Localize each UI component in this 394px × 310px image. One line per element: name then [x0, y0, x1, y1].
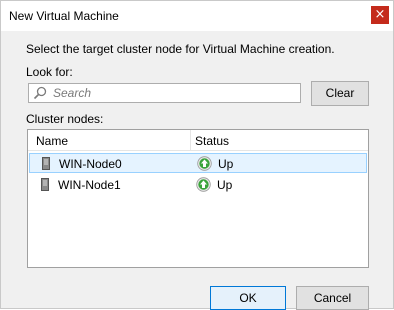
- look-for-label: Look for:: [26, 65, 73, 79]
- server-icon: [42, 157, 50, 170]
- node-status: Up: [218, 157, 234, 171]
- list-header: Name Status: [28, 130, 368, 151]
- instruction-text: Select the target cluster node for Virtu…: [26, 42, 335, 56]
- cluster-nodes-label: Cluster nodes:: [26, 112, 104, 126]
- search-icon: [33, 86, 47, 100]
- column-header-status[interactable]: Status: [195, 134, 229, 148]
- node-status: Up: [217, 178, 233, 192]
- dialog-window: New Virtual Machine × Select the target …: [0, 0, 394, 310]
- node-name: WIN-Node1: [58, 178, 121, 192]
- status-up-icon: [196, 177, 211, 192]
- title-bar: New Virtual Machine ×: [1, 1, 393, 31]
- list-item[interactable]: WIN-Node0 Up: [29, 153, 367, 173]
- window-title: New Virtual Machine: [9, 9, 119, 23]
- list-item[interactable]: WIN-Node1 Up: [29, 175, 367, 195]
- search-placeholder: Search: [53, 86, 92, 100]
- status-up-icon: [197, 156, 212, 171]
- server-icon: [41, 178, 49, 191]
- ok-button[interactable]: OK: [210, 286, 286, 310]
- search-input[interactable]: Search: [28, 83, 301, 103]
- column-header-name[interactable]: Name: [36, 134, 68, 148]
- dialog-content: Select the target cluster node for Virtu…: [1, 31, 393, 310]
- clear-button[interactable]: Clear: [311, 81, 369, 106]
- close-icon: ×: [374, 7, 386, 22]
- column-divider[interactable]: [190, 130, 191, 150]
- node-name: WIN-Node0: [59, 157, 122, 171]
- cluster-nodes-list[interactable]: Name Status WIN-Node0 Up WIN-Node1 Up: [27, 129, 369, 268]
- cancel-button[interactable]: Cancel: [296, 286, 369, 310]
- close-button[interactable]: ×: [371, 6, 389, 24]
